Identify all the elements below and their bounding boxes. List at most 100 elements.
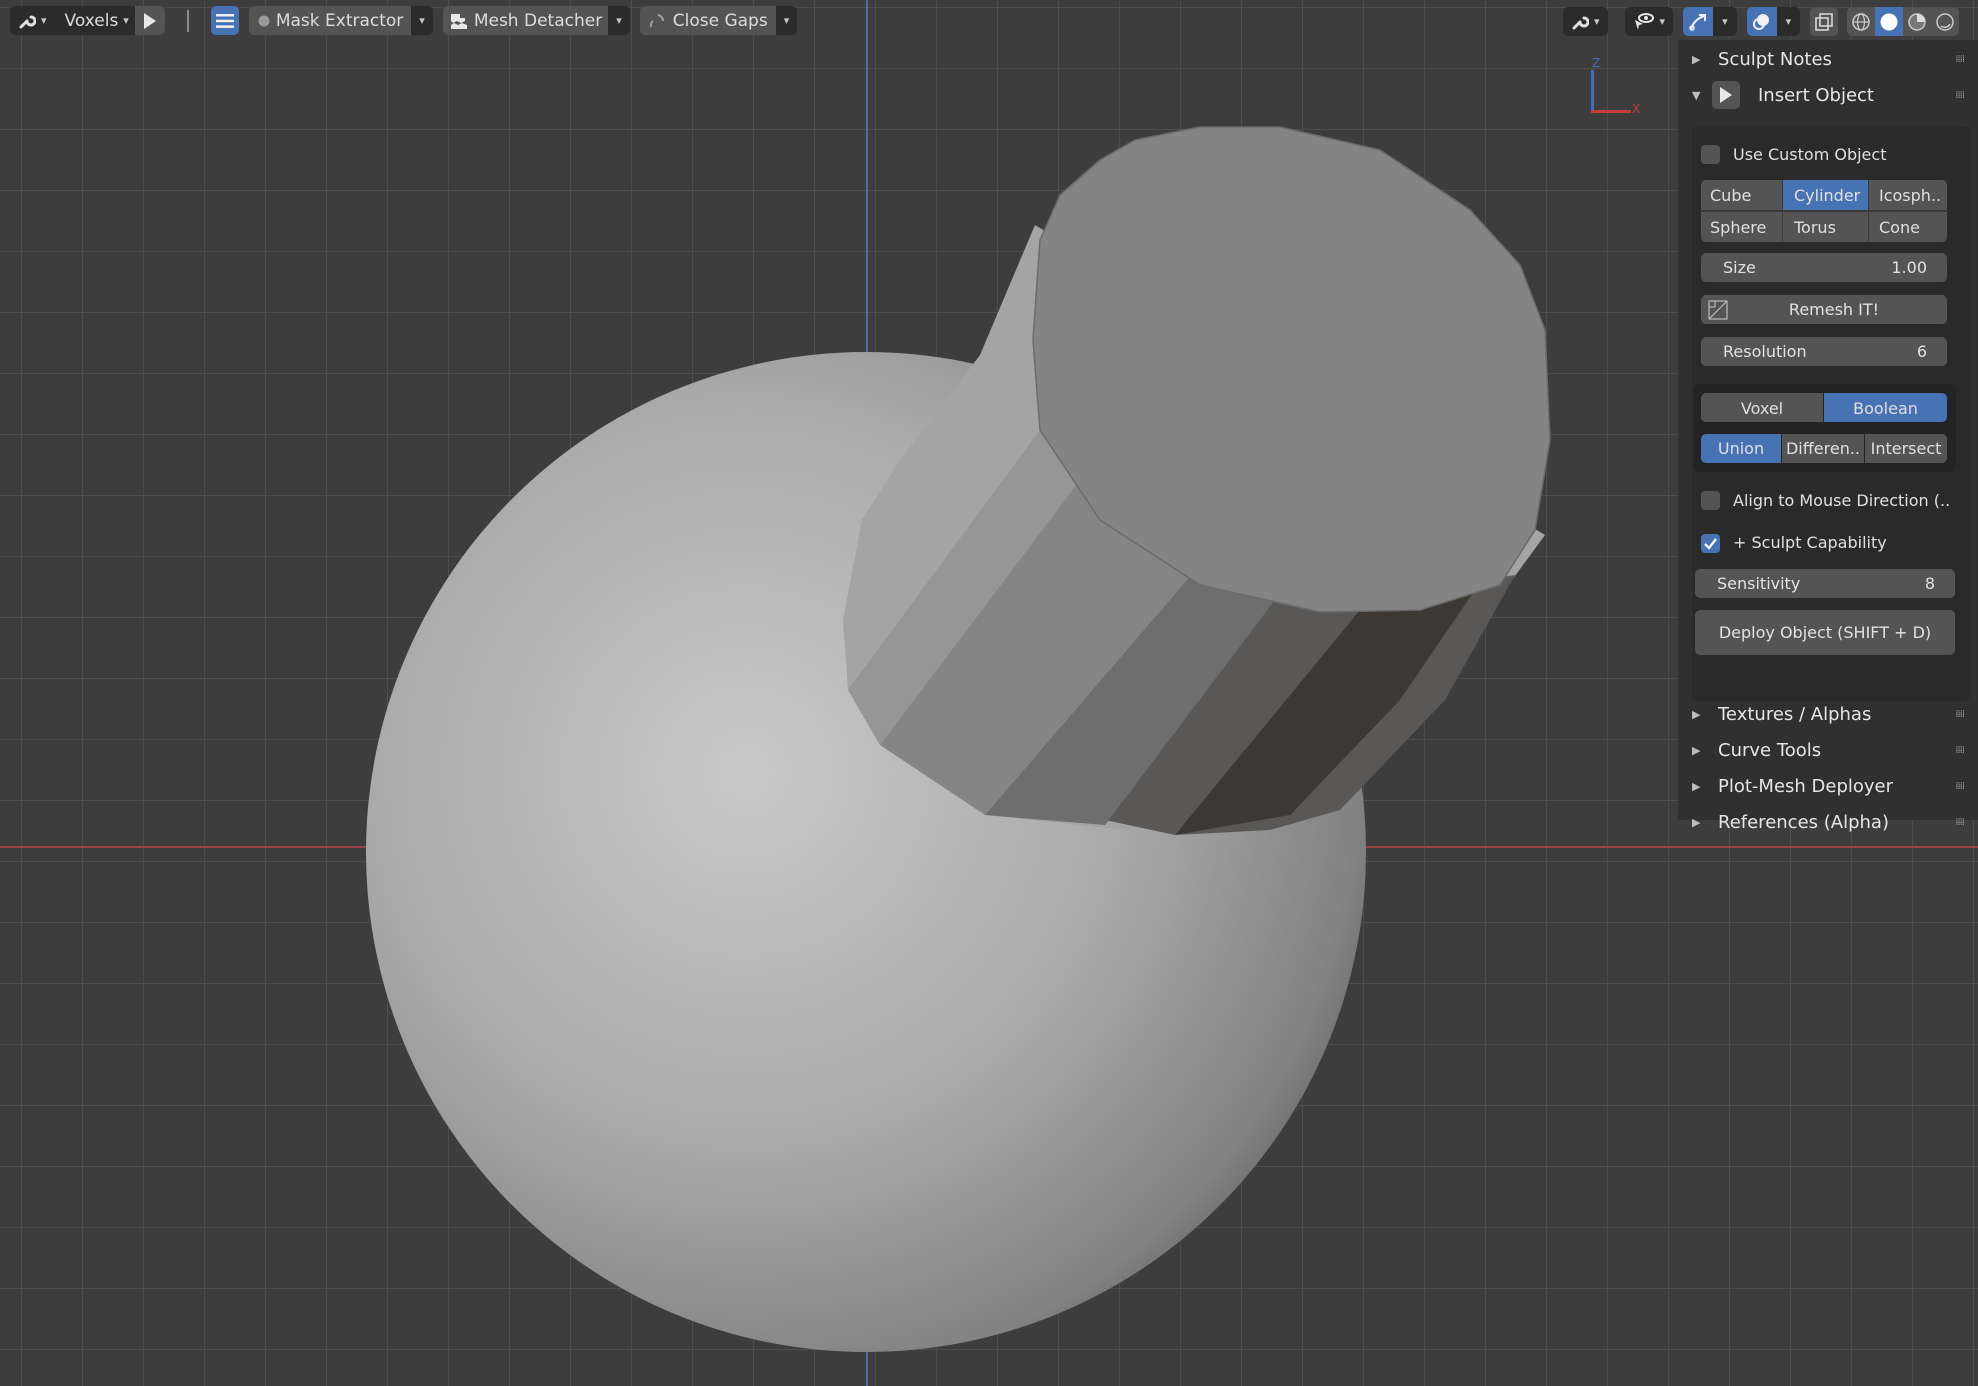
mesh-detach-icon	[449, 12, 469, 30]
overlay-dropdown[interactable]: ▾	[1776, 7, 1801, 36]
primitive-label: Torus	[1794, 217, 1836, 237]
mesh-detacher-dropdown[interactable]: ▾	[608, 6, 630, 35]
remesh-label: Remesh IT!	[1788, 300, 1880, 319]
remesh-button[interactable]: Remesh IT!	[1701, 295, 1947, 324]
gizmo-group: ▾	[1683, 7, 1737, 36]
boolean-operation-toggle: Union Differen.. Intersect	[1701, 434, 1947, 463]
align-mouse-checkbox[interactable]	[1701, 491, 1720, 510]
close-gaps-button[interactable]: Close Gaps	[639, 6, 776, 35]
section-header-sculpt-notes[interactable]: ▶ Sculpt Notes ⁞⁞⁞⁞	[1678, 42, 1978, 76]
collapsed-triangle-icon: ▶	[1692, 815, 1701, 829]
mask-extractor-button[interactable]: Mask Extractor	[248, 6, 412, 35]
xray-icon	[1815, 12, 1833, 31]
sensitivity-value: 8	[1924, 574, 1935, 593]
drag-grip-icon[interactable]: ⁞⁞⁞⁞	[1955, 817, 1965, 828]
x-axis-gizmo-line	[1591, 110, 1631, 113]
drag-grip-icon[interactable]: ⁞⁞⁞⁞	[1955, 781, 1965, 792]
primitive-cylinder[interactable]: Cylinder	[1783, 180, 1868, 210]
deploy-object-button[interactable]: Deploy Object (SHIFT + D)	[1695, 610, 1955, 655]
toolbar-separator	[186, 9, 189, 32]
visibility-dropdown[interactable]: ▾	[1624, 7, 1674, 36]
size-field[interactable]: Size 1.00	[1701, 253, 1947, 282]
drag-grip-icon[interactable]: ⁞⁞⁞⁞	[1955, 90, 1965, 101]
resolution-value: 6	[1916, 342, 1927, 361]
mask-extractor-label: Mask Extractor	[275, 10, 404, 31]
insert-object-run-button[interactable]	[1712, 81, 1740, 109]
primitive-selector: Cube Cylinder Icosph.. Sphere Torus Cone	[1701, 180, 1947, 242]
mode-boolean[interactable]: Boolean	[1824, 393, 1947, 422]
section-header-plot-mesh-deployer[interactable]: ▶ Plot-Mesh Deployer ⁞⁞⁞⁞	[1678, 769, 1978, 803]
chevron-down-icon: ▾	[783, 14, 790, 27]
op-union[interactable]: Union	[1701, 434, 1781, 463]
primitive-cone[interactable]: Cone	[1869, 212, 1947, 242]
solid-shading-button[interactable]	[1875, 7, 1904, 36]
cylinder-mesh[interactable]	[843, 126, 1551, 835]
primitive-icosphere[interactable]: Icosph..	[1869, 180, 1947, 210]
tool-settings-dropdown[interactable]: ▾	[10, 6, 55, 35]
sensitivity-label: Sensitivity	[1717, 574, 1801, 593]
axis-gizmo[interactable]: Z X	[1590, 56, 1640, 116]
primitive-cube[interactable]: Cube	[1701, 180, 1782, 210]
mode-label: Voxel	[1740, 398, 1784, 418]
mesh-detacher-button[interactable]: Mesh Detacher	[442, 6, 609, 35]
wrench-icon	[1571, 13, 1589, 31]
deploy-object-label: Deploy Object (SHIFT + D)	[1718, 623, 1932, 642]
visibility-icon	[1633, 12, 1655, 32]
primitive-torus[interactable]: Torus	[1783, 212, 1868, 242]
viewport-header-right: ▾ ▾ ▾ ▾	[1563, 7, 1960, 36]
xray-toggle[interactable]	[1810, 7, 1839, 36]
overlay-icon	[1752, 12, 1772, 32]
op-label: Intersect	[1870, 439, 1942, 458]
rendered-shading-button[interactable]	[1931, 7, 1959, 36]
sensitivity-field[interactable]: Sensitivity 8	[1695, 569, 1955, 598]
collapsed-triangle-icon: ▶	[1692, 779, 1701, 793]
mask-extractor-dropdown[interactable]: ▾	[411, 6, 433, 35]
sculpt-capability-label: + Sculpt Capability	[1733, 533, 1887, 552]
section-header-references[interactable]: ▶ References (Alpha) ⁞⁞⁞⁞	[1678, 805, 1978, 839]
run-button[interactable]	[134, 6, 165, 35]
gizmo-toggle[interactable]	[1683, 7, 1714, 36]
gizmo-dropdown[interactable]: ▾	[1713, 7, 1737, 36]
play-icon	[143, 12, 157, 30]
tool-options-dropdown[interactable]: ▾	[1563, 7, 1608, 36]
hamburger-icon	[215, 13, 234, 29]
expanded-triangle-icon: ▼	[1692, 88, 1701, 102]
collapsed-triangle-icon: ▶	[1692, 52, 1701, 66]
close-gaps-dropdown[interactable]: ▾	[775, 6, 798, 35]
material-shading-button[interactable]	[1903, 7, 1931, 36]
op-label: Union	[1717, 439, 1765, 458]
section-label: Textures / Alphas	[1718, 703, 1872, 725]
op-intersect[interactable]: Intersect	[1865, 434, 1947, 463]
wrench-icon	[18, 12, 36, 30]
drag-grip-icon[interactable]: ⁞⁞⁞⁞	[1955, 709, 1965, 720]
section-header-insert-object[interactable]: ▼ Insert Object ⁞⁞⁞⁞	[1678, 78, 1978, 112]
mesh-detacher-label: Mesh Detacher	[473, 10, 603, 31]
remesh-mode-label: Voxels	[64, 10, 119, 31]
material-shading-icon	[1907, 12, 1927, 32]
overlay-group: ▾	[1746, 7, 1801, 36]
solid-shading-icon	[1879, 12, 1899, 32]
wireframe-shading-button[interactable]	[1847, 7, 1875, 36]
op-difference[interactable]: Differen..	[1782, 434, 1864, 463]
primitive-label: Icosph..	[1879, 185, 1942, 205]
chevron-down-icon: ▾	[419, 14, 425, 27]
drag-grip-icon[interactable]: ⁞⁞⁞⁞	[1955, 745, 1965, 756]
resolution-field[interactable]: Resolution 6	[1701, 337, 1947, 366]
chevron-down-icon: ▾	[41, 14, 47, 27]
use-custom-object-checkbox[interactable]	[1701, 145, 1720, 164]
mode-voxel[interactable]: Voxel	[1701, 393, 1823, 422]
remesh-mode-dropdown[interactable]: Voxels ▾	[55, 6, 135, 35]
wireframe-shading-icon	[1851, 12, 1871, 32]
overlay-toggle[interactable]	[1746, 7, 1777, 36]
insert-object-body: Use Custom Object Cube Cylinder Icosph..…	[1692, 126, 1970, 701]
sculpt-capability-checkbox[interactable]	[1701, 534, 1720, 553]
size-value: 1.00	[1891, 258, 1927, 277]
drag-grip-icon[interactable]: ⁞⁞⁞⁞	[1955, 54, 1965, 65]
close-gaps-label: Close Gaps	[672, 10, 768, 31]
menu-button[interactable]	[210, 6, 239, 35]
chevron-down-icon: ▾	[616, 14, 622, 27]
section-header-curve-tools[interactable]: ▶ Curve Tools ⁞⁞⁞⁞	[1678, 733, 1978, 767]
section-header-textures-alphas[interactable]: ▶ Textures / Alphas ⁞⁞⁞⁞	[1678, 697, 1978, 731]
primitive-sphere[interactable]: Sphere	[1701, 212, 1782, 242]
mask-icon	[257, 14, 271, 28]
